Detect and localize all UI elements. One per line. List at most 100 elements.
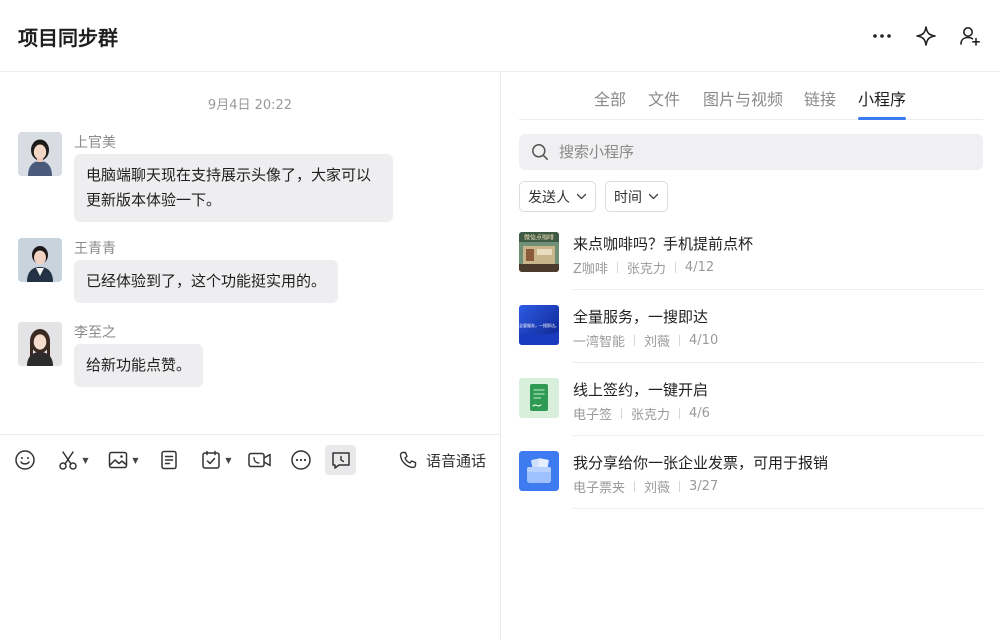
mini-program-meta: 电子签 张克力 4/6 xyxy=(573,404,710,423)
svg-text:微信点咖啡: 微信点咖啡 xyxy=(524,234,554,242)
shared-content-pane: 全部 文件 图片与视频 链接 小程序 发送人 时间 微信点咖啡 xyxy=(501,72,1000,640)
avatar[interactable] xyxy=(18,238,62,282)
document-button[interactable] xyxy=(156,445,182,475)
more-tools-button[interactable] xyxy=(288,445,314,475)
mini-program-source: 一湾智能 xyxy=(573,335,626,350)
mini-program-item[interactable]: 微信点咖啡 来点咖啡吗？手机提前点杯 Z咖啡 张克力 4/12 xyxy=(519,232,983,305)
item-divider xyxy=(573,289,983,290)
mini-program-meta: Z咖啡 张克力 4/12 xyxy=(573,258,714,277)
mini-program-sender: 刘薇 xyxy=(644,335,671,350)
e-sign-app-icon xyxy=(519,378,559,418)
video-call-icon xyxy=(248,452,271,468)
chevron-down-icon xyxy=(576,193,587,200)
emoji-icon xyxy=(15,450,35,470)
phone-icon xyxy=(399,451,417,469)
mini-program-button[interactable] xyxy=(325,445,356,475)
avatar-icon xyxy=(18,238,62,282)
image-icon xyxy=(109,451,128,469)
mini-program-source: 电子票夹 xyxy=(573,481,626,496)
tab-mini-programs[interactable]: 小程序 xyxy=(858,86,906,110)
meta-separator xyxy=(679,481,681,492)
ai-assistant-button[interactable] xyxy=(910,20,942,52)
chat-toolbar: ▼ ▼ ▼ 语音通话 xyxy=(0,434,500,482)
search-service-app-icon: 全量服务，一搜即达。 xyxy=(519,305,559,345)
search-icon xyxy=(532,144,548,160)
message-sender: 李至之 xyxy=(74,325,116,341)
chat-header: 项目同步群 xyxy=(0,0,1000,72)
message-sender: 王青青 xyxy=(74,241,116,257)
filter-time[interactable]: 时间 xyxy=(605,181,668,212)
active-tab-indicator xyxy=(858,117,906,120)
filter-time-label: 时间 xyxy=(614,189,642,206)
sparkle-icon xyxy=(916,26,936,46)
meta-separator xyxy=(634,481,636,492)
meta-separator xyxy=(621,408,623,419)
task-check-icon xyxy=(202,450,221,469)
chat-pane: 9月4日 20:22 上官美 电脑端聊天现在支持展示头像了，大家可以更新版本体验… xyxy=(0,72,500,640)
dropdown-caret-icon: ▼ xyxy=(132,455,139,465)
scissors-icon xyxy=(59,451,78,470)
filter-sender[interactable]: 发送人 xyxy=(519,181,596,212)
video-call-button[interactable] xyxy=(246,445,274,475)
dropdown-caret-icon: ▼ xyxy=(82,455,89,465)
chat-panel-icon xyxy=(331,452,350,469)
message-timestamp: 9月4日 20:22 xyxy=(207,98,293,113)
tab-media[interactable]: 图片与视频 xyxy=(703,86,783,110)
item-divider xyxy=(573,362,983,363)
avatar[interactable] xyxy=(18,322,62,366)
mini-program-title: 我分享给你一张企业发票，可用于报销 xyxy=(573,454,829,472)
mini-program-source: Z咖啡 xyxy=(573,262,608,277)
emoji-button[interactable] xyxy=(12,445,38,475)
avatar[interactable] xyxy=(18,132,62,176)
voice-call-button[interactable]: 语音通话 xyxy=(398,445,486,475)
meta-separator xyxy=(674,262,676,273)
search-box[interactable] xyxy=(519,134,983,170)
mini-program-date: 3/27 xyxy=(689,479,719,494)
meta-separator xyxy=(634,335,636,346)
meta-separator xyxy=(679,408,681,419)
item-divider xyxy=(573,508,983,509)
message-bubble[interactable]: 给新功能点赞。 xyxy=(74,344,204,387)
mini-program-title: 线上签约，一键开启 xyxy=(573,381,709,399)
more-icon xyxy=(873,34,891,38)
more-circle-icon xyxy=(291,450,311,470)
mini-program-date: 4/12 xyxy=(684,260,715,275)
mini-program-title: 全量服务，一搜即达 xyxy=(573,308,709,326)
task-button[interactable]: ▼ xyxy=(196,445,236,475)
voice-call-label: 语音通话 xyxy=(426,451,487,470)
tab-all[interactable]: 全部 xyxy=(594,86,626,110)
document-icon xyxy=(161,450,177,470)
mini-program-sender: 刘薇 xyxy=(644,481,671,496)
chat-title: 项目同步群 xyxy=(18,26,118,50)
mini-program-date: 4/6 xyxy=(689,406,710,421)
avatar-icon xyxy=(18,132,62,176)
add-member-icon xyxy=(960,27,980,46)
meta-separator xyxy=(616,262,618,273)
mini-program-title: 来点咖啡吗？手机提前点杯 xyxy=(573,235,754,253)
tab-links[interactable]: 链接 xyxy=(804,86,836,110)
filter-sender-label: 发送人 xyxy=(528,189,570,206)
mini-program-meta: 一湾智能 刘薇 4/10 xyxy=(573,331,718,350)
chevron-down-icon xyxy=(648,193,659,200)
message-bubble[interactable]: 电脑端聊天现在支持展示头像了，大家可以更新版本体验一下。 xyxy=(74,154,393,222)
mini-program-sender: 张克力 xyxy=(631,408,671,423)
mini-program-item[interactable]: 全量服务，一搜即达。 全量服务，一搜即达 一湾智能 刘薇 4/10 xyxy=(519,305,983,378)
invoice-wallet-app-icon xyxy=(519,451,559,491)
message-sender: 上官美 xyxy=(74,135,116,151)
tab-files[interactable]: 文件 xyxy=(648,86,680,110)
dropdown-caret-icon: ▼ xyxy=(225,455,232,465)
search-input[interactable] xyxy=(559,143,959,161)
mini-program-meta: 电子票夹 刘薇 3/27 xyxy=(573,477,718,496)
add-member-button[interactable] xyxy=(954,20,986,52)
more-button[interactable] xyxy=(866,20,898,52)
screenshot-button[interactable]: ▼ xyxy=(54,445,92,475)
message-bubble[interactable]: 已经体验到了，这个功能挺实用的。 xyxy=(74,260,339,303)
image-button[interactable]: ▼ xyxy=(104,445,142,475)
coffee-app-icon: 微信点咖啡 xyxy=(519,232,559,272)
svg-text:全量服务，一搜即达。: 全量服务，一搜即达。 xyxy=(519,322,559,328)
meta-separator xyxy=(679,335,681,346)
mini-program-item[interactable]: 线上签约，一键开启 电子签 张克力 4/6 xyxy=(519,378,983,451)
mini-program-source: 电子签 xyxy=(573,408,613,423)
mini-program-item[interactable]: 我分享给你一张企业发票，可用于报销 电子票夹 刘薇 3/27 xyxy=(519,451,983,524)
avatar-icon xyxy=(18,322,62,366)
